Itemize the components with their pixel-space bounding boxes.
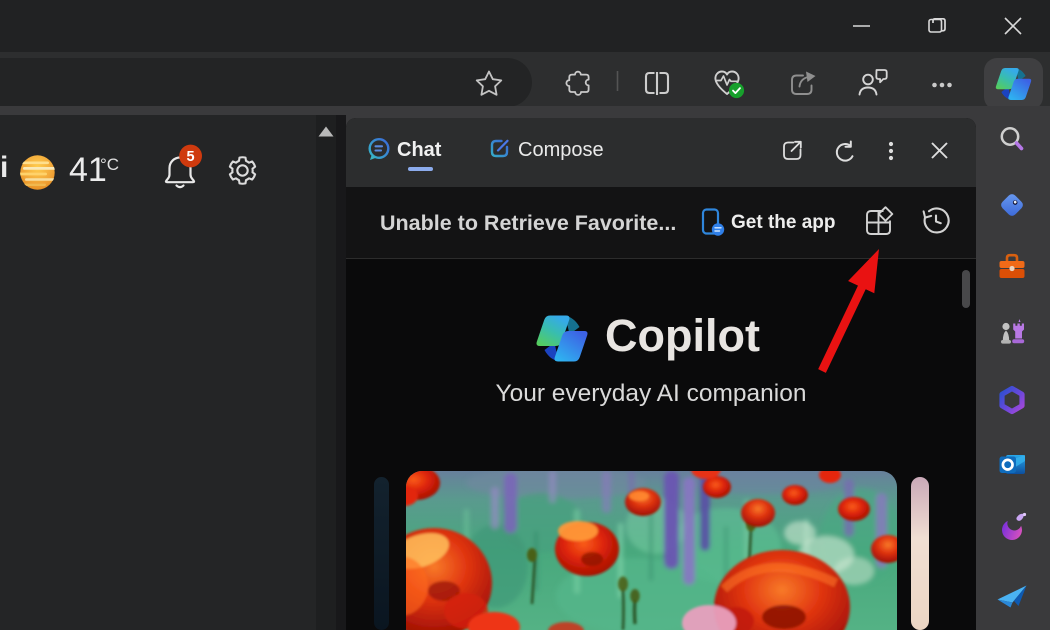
svg-text:5: 5 [187, 149, 195, 165]
